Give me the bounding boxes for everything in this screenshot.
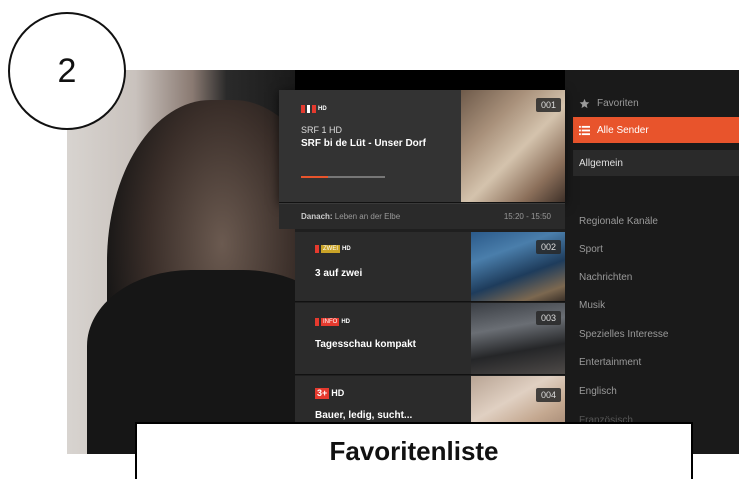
channel-logo: ZWEI HD [315,244,351,254]
star-icon [579,98,590,109]
menu-item-all-channels[interactable]: Alle Sender [573,117,739,143]
channel-logo: HD [301,104,327,114]
channel-name: SRF 1 HD [301,125,343,135]
channel-logo: 3+ HD [315,387,345,399]
program-title: 3 auf zwei [315,268,363,279]
next-label: Danach: [301,212,333,221]
tutorial-screenshot: 2 HD SRF 1 HD SRF bi de Lüt - Unser Dorf [0,0,739,479]
next-title: Leben an der Elbe [334,212,401,221]
menu-label: Spezielles Interesse [579,328,669,340]
channel-number: 001 [535,98,561,112]
menu-label: Englisch [579,385,617,397]
menu-label: Musik [579,299,606,311]
next-program-row: Danach: Leben an der Elbe 15:20 - 15:50 [279,203,565,229]
channel-card-selected[interactable]: HD SRF 1 HD SRF bi de Lüt - Unser Dorf 0… [279,90,565,203]
menu-item-category[interactable]: Regionale Kanäle [565,208,739,234]
menu-label: Allgemein [579,157,623,169]
next-time: 15:20 - 15:50 [503,212,551,221]
step-badge: 2 [8,12,126,130]
tv-screen: HD SRF 1 HD SRF bi de Lüt - Unser Dorf 0… [67,70,739,454]
channel-card[interactable]: INFO HD Tagesschau kompakt 003 [295,303,565,375]
program-title: Tagesschau kompakt [315,339,416,350]
menu-item-category[interactable]: Spezielles Interesse [565,321,739,347]
menu-item-category[interactable]: Musik [565,292,739,318]
program-title: Bauer, ledig, sucht... [315,410,413,421]
menu-label: Regionale Kanäle [579,215,658,227]
program-title: SRF bi de Lüt - Unser Dorf [301,138,426,149]
menu-item-category[interactable]: Entertainment [565,349,739,375]
menu-item-category[interactable]: Sport [565,236,739,262]
channel-card[interactable]: ZWEI HD 3 auf zwei 002 [295,232,565,302]
progress-fill [301,176,328,178]
caption-box: Favoritenliste [135,422,693,479]
next-program: Danach: Leben an der Elbe [301,212,400,221]
menu-item-favorites[interactable]: Favoriten [565,90,739,116]
channel-list: HD SRF 1 HD SRF bi de Lüt - Unser Dorf 0… [279,70,565,454]
category-menu: Favoriten Alle Sender Allgemein Regional… [565,70,739,454]
channel-number: 004 [535,388,561,402]
program-progress-bar [301,176,385,178]
channel-number: 002 [535,240,561,254]
menu-label: Sport [579,243,603,255]
caption-text: Favoritenliste [329,436,499,466]
step-number: 2 [57,51,77,90]
menu-item-general[interactable]: Allgemein [573,150,739,176]
menu-label: Alle Sender [597,124,649,136]
channel-number: 003 [535,311,561,325]
menu-item-category[interactable]: Englisch [565,378,739,404]
menu-label: Nachrichten [579,271,633,283]
menu-label: Favoriten [597,97,639,109]
menu-label: Entertainment [579,356,642,368]
list-top-bar [295,70,565,90]
list-icon [579,125,590,136]
channel-logo: INFO HD [315,317,350,327]
menu-item-category[interactable]: Nachrichten [565,264,739,290]
